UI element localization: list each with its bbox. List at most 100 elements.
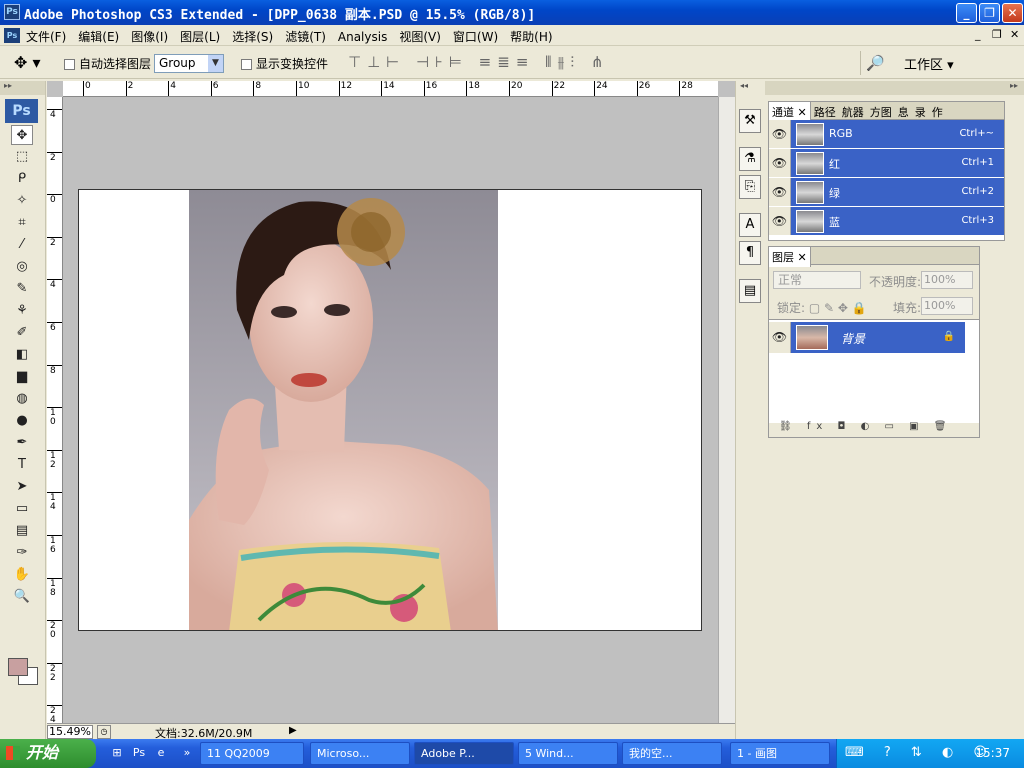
doc-minimize-button[interactable]: _ <box>975 28 981 41</box>
dock-expand-icon[interactable]: ▸▸ <box>765 81 1024 95</box>
start-button[interactable]: 开始 <box>0 739 96 768</box>
vertical-scrollbar[interactable] <box>718 97 735 723</box>
channel-row[interactable]: 👁 红 Ctrl+1 <box>769 149 1004 178</box>
bridge-icon[interactable]: 🔎 <box>860 51 890 75</box>
tab-记录[interactable]: 息 <box>895 102 912 122</box>
blend-mode-dropdown[interactable]: 正常 <box>773 271 861 289</box>
pen-icon[interactable]: ✒ <box>11 433 33 453</box>
shape-icon[interactable]: ▭ <box>11 499 33 519</box>
lasso-icon[interactable]: ᑭ <box>11 169 33 189</box>
paragraph-icon[interactable]: ¶ <box>739 241 761 265</box>
eye-icon[interactable]: 👁 <box>769 120 791 148</box>
tab-layers[interactable]: 图层 ✕ <box>769 247 811 267</box>
menu-item[interactable]: 选择(S) <box>232 30 273 44</box>
channel-row[interactable]: 👁 绿 Ctrl+2 <box>769 178 1004 207</box>
dodge-icon[interactable]: ● <box>11 411 33 431</box>
move-icon[interactable]: ✥ <box>11 125 33 145</box>
show-transform-checkbox[interactable]: 显示变换控件 <box>241 55 328 72</box>
menu-item[interactable]: 滤镜(T) <box>285 30 326 44</box>
dock-collapse-icon[interactable]: ◂◂ <box>736 81 765 95</box>
fill-field[interactable]: 100% <box>921 297 973 315</box>
menu-item[interactable]: 编辑(E) <box>78 30 119 44</box>
foreground-color-swatch[interactable] <box>8 658 28 676</box>
maximize-button[interactable]: ❐ <box>979 3 1000 23</box>
quicklaunch-desktop-icon[interactable]: ⊞ <box>108 744 126 762</box>
eye-icon[interactable]: 👁 <box>769 178 791 206</box>
zoom-icon[interactable]: 🔍 <box>11 587 33 607</box>
menu-item[interactable]: Analysis <box>338 30 387 44</box>
menu-item[interactable]: 帮助(H) <box>510 30 552 44</box>
gradient-icon[interactable]: ▆ <box>11 367 33 387</box>
quicklaunch-more-icon[interactable]: » <box>178 744 196 762</box>
minimize-button[interactable]: _ <box>956 3 977 23</box>
menu-item[interactable]: 视图(V) <box>399 30 441 44</box>
tab-直方图[interactable]: 航器 <box>839 102 867 122</box>
move-tool-preset-icon[interactable]: ✥ ▾ <box>14 53 41 72</box>
taskbar-item[interactable]: 1 - 画图 <box>730 742 830 765</box>
channel-row[interactable]: 👁 蓝 Ctrl+3 <box>769 207 1004 236</box>
eraser-icon[interactable]: ◧ <box>11 345 33 365</box>
tray-icons[interactable]: ⌨ ? ⇅ ◐ ☺ <box>845 745 995 760</box>
clone-stamp-icon[interactable]: ⚘ <box>11 301 33 321</box>
lock-icons[interactable]: ▢ ✎ ✥ 🔒 <box>809 301 867 315</box>
tool-presets-icon[interactable]: ⚒ <box>739 109 761 133</box>
channel-row[interactable]: 👁 RGB Ctrl+~ <box>769 120 1004 149</box>
layers-footer-icons[interactable]: ⛓ fx ◘ ◐ ▭ ▣ 🗑 <box>769 421 979 437</box>
type-icon[interactable]: T <box>11 455 33 475</box>
magic-wand-icon[interactable]: ✧ <box>11 191 33 211</box>
status-menu-arrow-icon[interactable]: ▶ <box>289 725 297 736</box>
eye-icon[interactable]: 👁 <box>769 207 791 235</box>
status-icon[interactable]: ◷ <box>97 725 111 739</box>
document-icon[interactable]: Ps <box>4 28 20 43</box>
doc-close-button[interactable]: ✕ <box>1010 28 1019 41</box>
taskbar-item[interactable]: 5 Wind... <box>518 742 618 765</box>
menu-item[interactable]: 图像(I) <box>131 30 168 44</box>
tab-路径[interactable]: 路径 <box>811 102 839 122</box>
photoshop-app-icon[interactable]: Ps <box>4 4 20 20</box>
hand-icon[interactable]: ✋ <box>11 565 33 585</box>
notes-icon[interactable]: ▤ <box>11 521 33 541</box>
photoshop-logo[interactable]: Ps <box>5 99 38 123</box>
clone-source-icon[interactable]: ⎘ <box>739 175 761 199</box>
image-canvas[interactable] <box>78 189 702 631</box>
tab-通道[interactable]: 通道 ✕ <box>769 102 811 122</box>
close-button[interactable]: ✕ <box>1002 3 1023 23</box>
zoom-level-field[interactable]: 15.49% <box>47 725 93 739</box>
menu-item[interactable]: 文件(F) <box>26 30 66 44</box>
spot-healing-icon[interactable]: ◎ <box>11 257 33 277</box>
align-distribute-icons[interactable]: ⊤⊥⊢ ⊣⊦⊨ ≡≣≡ ⫴⫵⫶ ⋔ <box>348 53 609 71</box>
taskbar-item[interactable]: 我的空... <box>622 742 722 765</box>
eyedropper2-icon[interactable]: ✑ <box>11 543 33 563</box>
blur-icon[interactable]: ◍ <box>11 389 33 409</box>
tab-undefined[interactable]: 作 <box>929 102 946 122</box>
history-brush-icon[interactable]: ✐ <box>11 323 33 343</box>
opacity-field[interactable]: 100% <box>921 271 973 289</box>
brush-icon[interactable]: ✎ <box>11 279 33 299</box>
auto-select-dropdown[interactable]: Group ▼ <box>154 54 224 73</box>
eye-icon[interactable]: 👁 <box>769 322 791 353</box>
tab-信息[interactable]: 方图 <box>867 102 895 122</box>
eyedropper-icon[interactable]: ⁄ <box>11 235 33 255</box>
crop-icon[interactable]: ⌗ <box>11 213 33 233</box>
layer-row-background[interactable]: 👁 背景 🔒 <box>769 322 965 353</box>
brushes-icon[interactable]: ⚗ <box>739 147 761 171</box>
layer-comps-icon[interactable]: ▤ <box>739 279 761 303</box>
doc-restore-button[interactable]: ❐ <box>992 28 1002 41</box>
taskbar-item[interactable]: 11 QQ2009 <box>200 742 304 765</box>
tools-panel-header[interactable]: ▸▸ <box>0 81 45 95</box>
menu-item[interactable]: 窗口(W) <box>453 30 498 44</box>
menu-item[interactable]: 图层(L) <box>180 30 220 44</box>
quicklaunch-photoshop-icon[interactable]: Ps <box>130 744 148 762</box>
taskbar-item[interactable]: Adobe P... <box>414 742 514 765</box>
taskbar-item[interactable]: Microso... <box>310 742 410 765</box>
ruler-vertical[interactable]: 42024681 01 21 41 61 82 02 22 42 6 <box>47 97 63 723</box>
workspace-button[interactable]: 工作区 ▾ <box>904 54 954 73</box>
character-icon[interactable]: A <box>739 213 761 237</box>
auto-select-checkbox[interactable]: 自动选择图层 <box>64 55 151 72</box>
quicklaunch-ie-icon[interactable]: e <box>152 744 170 762</box>
tab-动作[interactable]: 录 <box>912 102 929 122</box>
marquee-icon[interactable]: ⬚ <box>11 147 33 167</box>
path-selection-icon[interactable]: ➤ <box>11 477 33 497</box>
ruler-horizontal[interactable]: 0 2 4 6 8 10 12 14 16 18 20 22 24 26 28 <box>63 81 718 97</box>
eye-icon[interactable]: 👁 <box>769 149 791 177</box>
